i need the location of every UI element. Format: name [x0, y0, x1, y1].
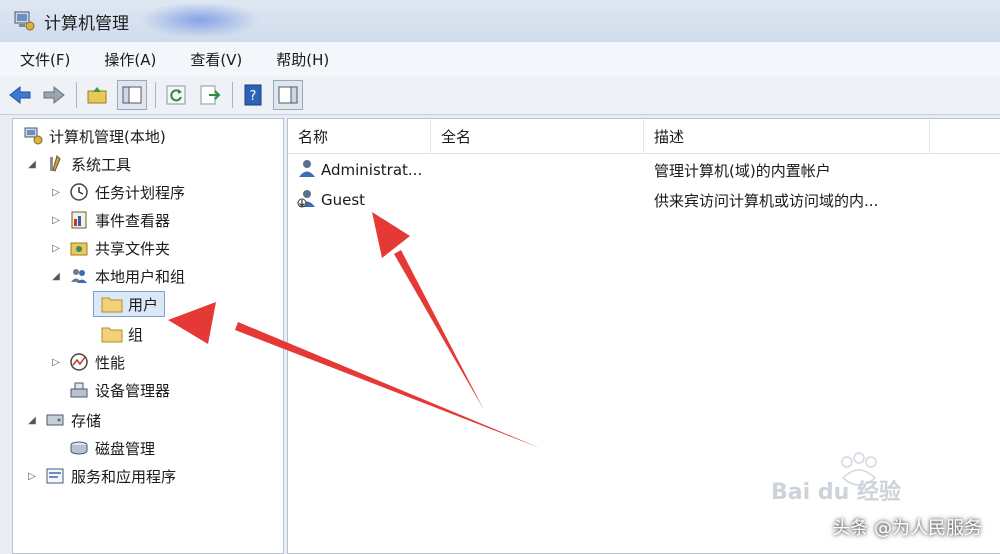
red-arrow-shaft: [235, 322, 540, 448]
caption-overlay: 头条 @为人民服务: [832, 518, 982, 539]
baidu-watermark: Bai du 经验: [765, 452, 955, 505]
red-arrow-shaft: [394, 250, 484, 410]
red-arrow-head: [372, 212, 410, 258]
watermark-text: Bai du 经验: [771, 480, 901, 505]
red-arrow-head: [168, 302, 216, 344]
